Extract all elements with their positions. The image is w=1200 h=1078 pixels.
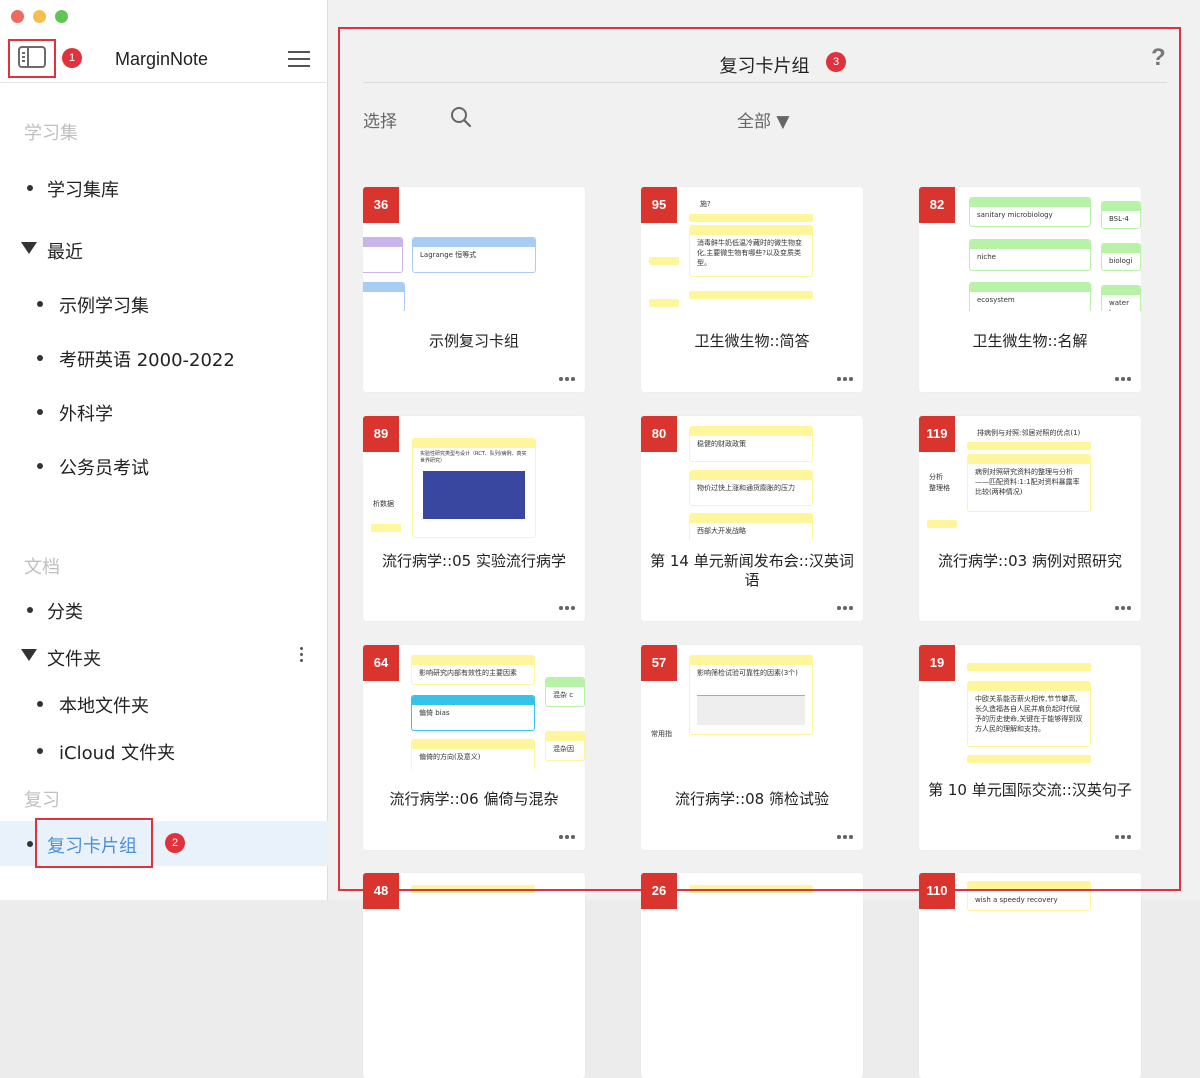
main-panel: 复习卡片组 3 ? 选择 全部 ▼ 36 Lagrange 恒等式 示例复习卡组…: [329, 0, 1200, 1078]
card-count-badge: 48: [363, 873, 399, 909]
sidebar-group-folders[interactable]: 文件夹: [0, 637, 328, 677]
sidebar-group-recent[interactable]: 最近: [0, 230, 328, 270]
section-docs: 文档: [24, 557, 60, 578]
sidebar-item-label: 示例学习集: [59, 296, 149, 317]
deck-card[interactable]: 48: [363, 873, 585, 1078]
highlight-box-toggle: [8, 39, 56, 78]
callout-badge-1: 1: [62, 48, 82, 68]
sidebar-item-icloud-folder[interactable]: iCloud 文件夹: [0, 731, 328, 771]
highlight-box-main: [338, 27, 1181, 891]
sidebar-item-label: 外科学: [59, 404, 113, 425]
sidebar-item-categories[interactable]: 分类: [0, 590, 328, 630]
deck-card[interactable]: 26: [641, 873, 863, 1078]
sidebar-group-label: 文件夹: [47, 649, 101, 670]
app-title: MarginNote: [115, 49, 209, 69]
sidebar-item-recent-1[interactable]: 示例学习集: [0, 284, 328, 324]
section-study: 学习集: [24, 123, 78, 144]
sidebar: MarginNote 1 学习集 学习集库 最近 示例学习集 考研英语 2000…: [0, 0, 328, 900]
sidebar-item-label: 公务员考试: [59, 458, 149, 479]
sidebar-item-recent-2[interactable]: 考研英语 2000-2022: [0, 338, 328, 378]
card-count-badge: 82: [919, 187, 955, 223]
minimize-window-button[interactable]: [33, 10, 46, 23]
sidebar-item-label: 考研英语 2000-2022: [59, 350, 235, 371]
card-count-badge: 80: [641, 416, 677, 452]
sidebar-item-study-library[interactable]: 学习集库: [0, 168, 328, 208]
card-count-badge: 36: [363, 187, 399, 223]
more-vertical-icon[interactable]: [300, 647, 304, 665]
card-count-badge: 110: [919, 873, 955, 909]
deck-card[interactable]: 110 wish a speedy recovery: [919, 873, 1141, 1078]
zoom-window-button[interactable]: [55, 10, 68, 23]
card-count-badge: 95: [641, 187, 677, 223]
section-review: 复习: [24, 790, 60, 811]
sidebar-item-label: iCloud 文件夹: [59, 743, 176, 764]
sidebar-item-recent-4[interactable]: 公务员考试: [0, 446, 328, 486]
card-count-badge: 26: [641, 873, 677, 909]
sidebar-group-label: 最近: [47, 242, 83, 263]
sidebar-item-label: 学习集库: [47, 180, 119, 201]
disclosure-triangle-icon[interactable]: [21, 649, 37, 661]
disclosure-triangle-icon[interactable]: [21, 242, 37, 254]
card-count-badge: 89: [363, 416, 399, 452]
callout-badge-2: 2: [165, 833, 185, 853]
sidebar-item-recent-3[interactable]: 外科学: [0, 392, 328, 432]
card-count-badge: 64: [363, 645, 399, 681]
hamburger-menu-icon[interactable]: [288, 51, 310, 67]
close-window-button[interactable]: [11, 10, 24, 23]
sidebar-item-local-folder[interactable]: 本地文件夹: [0, 684, 328, 724]
app-window: MarginNote 1 学习集 学习集库 最近 示例学习集 考研英语 2000…: [0, 0, 1200, 1078]
card-count-badge: 119: [919, 416, 955, 452]
card-count-badge: 19: [919, 645, 955, 681]
sidebar-item-label: 分类: [47, 602, 83, 623]
highlight-box-review: [35, 818, 153, 868]
card-count-badge: 57: [641, 645, 677, 681]
sidebar-item-label: 本地文件夹: [59, 696, 149, 717]
